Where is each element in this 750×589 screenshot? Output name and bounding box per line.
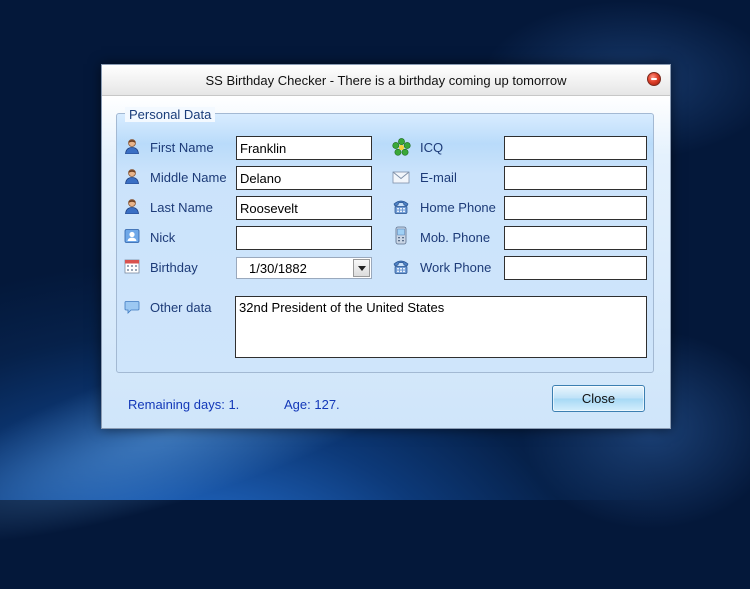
group-label: Personal Data xyxy=(125,107,216,122)
envelope-icon xyxy=(392,171,410,184)
mob-phone-label: Mob. Phone xyxy=(420,230,491,245)
close-button[interactable]: Close xyxy=(552,385,645,412)
window-title: SS Birthday Checker - There is a birthda… xyxy=(205,73,567,88)
speech-bubble-icon xyxy=(124,301,140,314)
person-icon xyxy=(125,169,139,184)
title-bar[interactable]: SS Birthday Checker - There is a birthda… xyxy=(102,65,670,96)
phone-icon xyxy=(393,260,409,274)
age-text: Age: 127. xyxy=(284,397,340,412)
id-card-icon xyxy=(124,229,140,243)
email-label: E-mail xyxy=(420,170,457,185)
other-data-field[interactable]: 32nd President of the United States xyxy=(235,296,647,358)
birthday-value: 1/30/1882 xyxy=(249,261,307,276)
email-field[interactable] xyxy=(504,166,647,190)
first-name-field[interactable] xyxy=(236,136,372,160)
icq-label: ICQ xyxy=(420,140,444,155)
last-name-field[interactable] xyxy=(236,196,372,220)
work-phone-label: Work Phone xyxy=(420,260,492,275)
mob-phone-field[interactable] xyxy=(504,226,647,250)
phone-icon xyxy=(393,200,409,214)
home-phone-label: Home Phone xyxy=(420,200,496,215)
person-icon xyxy=(125,139,139,154)
nick-field[interactable] xyxy=(236,226,372,250)
middle-name-label: Middle Name xyxy=(150,170,227,185)
middle-name-field[interactable] xyxy=(236,166,372,190)
first-name-label: First Name xyxy=(150,140,214,155)
mobile-phone-icon xyxy=(395,226,407,245)
icq-flower-icon xyxy=(392,138,411,156)
work-phone-field[interactable] xyxy=(504,256,647,280)
chevron-down-icon[interactable] xyxy=(353,259,370,277)
window-close-icon[interactable] xyxy=(647,72,661,86)
nick-label: Nick xyxy=(150,230,176,245)
birthday-date-picker[interactable]: 1/30/1882 xyxy=(236,257,372,279)
icq-field[interactable] xyxy=(504,136,647,160)
last-name-label: Last Name xyxy=(150,200,213,215)
birthday-checker-window: SS Birthday Checker - There is a birthda… xyxy=(101,64,671,429)
other-data-label: Other data xyxy=(150,300,212,315)
calendar-icon xyxy=(124,259,140,274)
dialog-content: Personal Data First Name Middle Name Las… xyxy=(102,96,670,428)
person-icon xyxy=(125,199,139,214)
birthday-label: Birthday xyxy=(150,260,198,275)
home-phone-field[interactable] xyxy=(504,196,647,220)
remaining-days-text: Remaining days: 1. xyxy=(128,397,240,412)
